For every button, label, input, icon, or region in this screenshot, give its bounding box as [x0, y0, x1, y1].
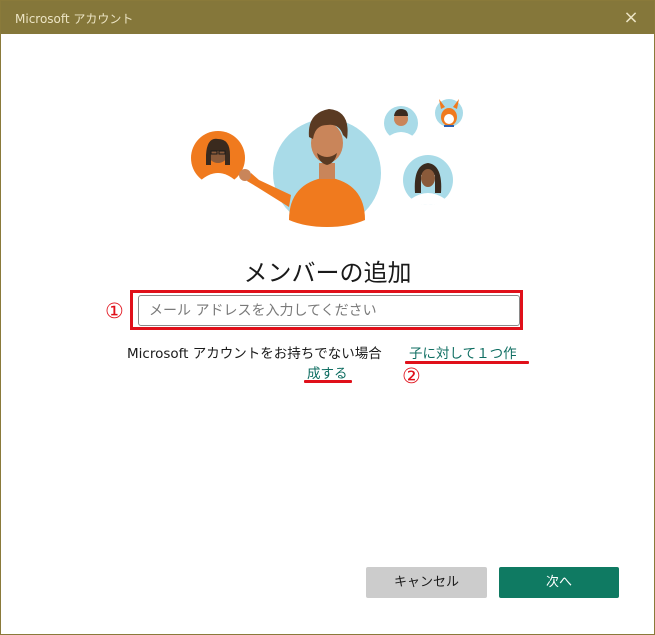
person-center-icon — [239, 109, 381, 227]
annotation-underline-2 — [304, 380, 352, 383]
page-title: メンバーの追加 — [243, 259, 412, 287]
no-account-text: Microsoft アカウントをお持ちでない場合 — [127, 346, 382, 362]
family-members-illustration — [191, 99, 463, 227]
close-icon[interactable]: × — [618, 5, 644, 31]
email-input[interactable] — [138, 295, 520, 326]
cancel-button[interactable]: キャンセル — [366, 567, 487, 598]
create-child-account-link[interactable]: 子に対して１つ作 — [409, 342, 517, 362]
annotation-marker-2: ② — [402, 364, 421, 388]
person-right-icon — [403, 155, 453, 205]
person-small-icon — [384, 106, 418, 140]
pet-dog-icon — [435, 99, 463, 127]
annotation-underline-1 — [405, 361, 529, 364]
window-title: Microsoft アカウント — [15, 12, 134, 26]
dialog-window: Microsoft アカウント × メンバーの追加 ① メール アドレスを入力し… — [0, 0, 655, 635]
create-child-account-link-continued[interactable]: 成する — [307, 362, 348, 382]
next-button[interactable]: 次へ — [499, 567, 619, 598]
title-bar: Microsoft アカウント × — [1, 1, 654, 34]
annotation-marker-1: ① — [105, 299, 124, 323]
person-left-icon — [191, 131, 245, 185]
